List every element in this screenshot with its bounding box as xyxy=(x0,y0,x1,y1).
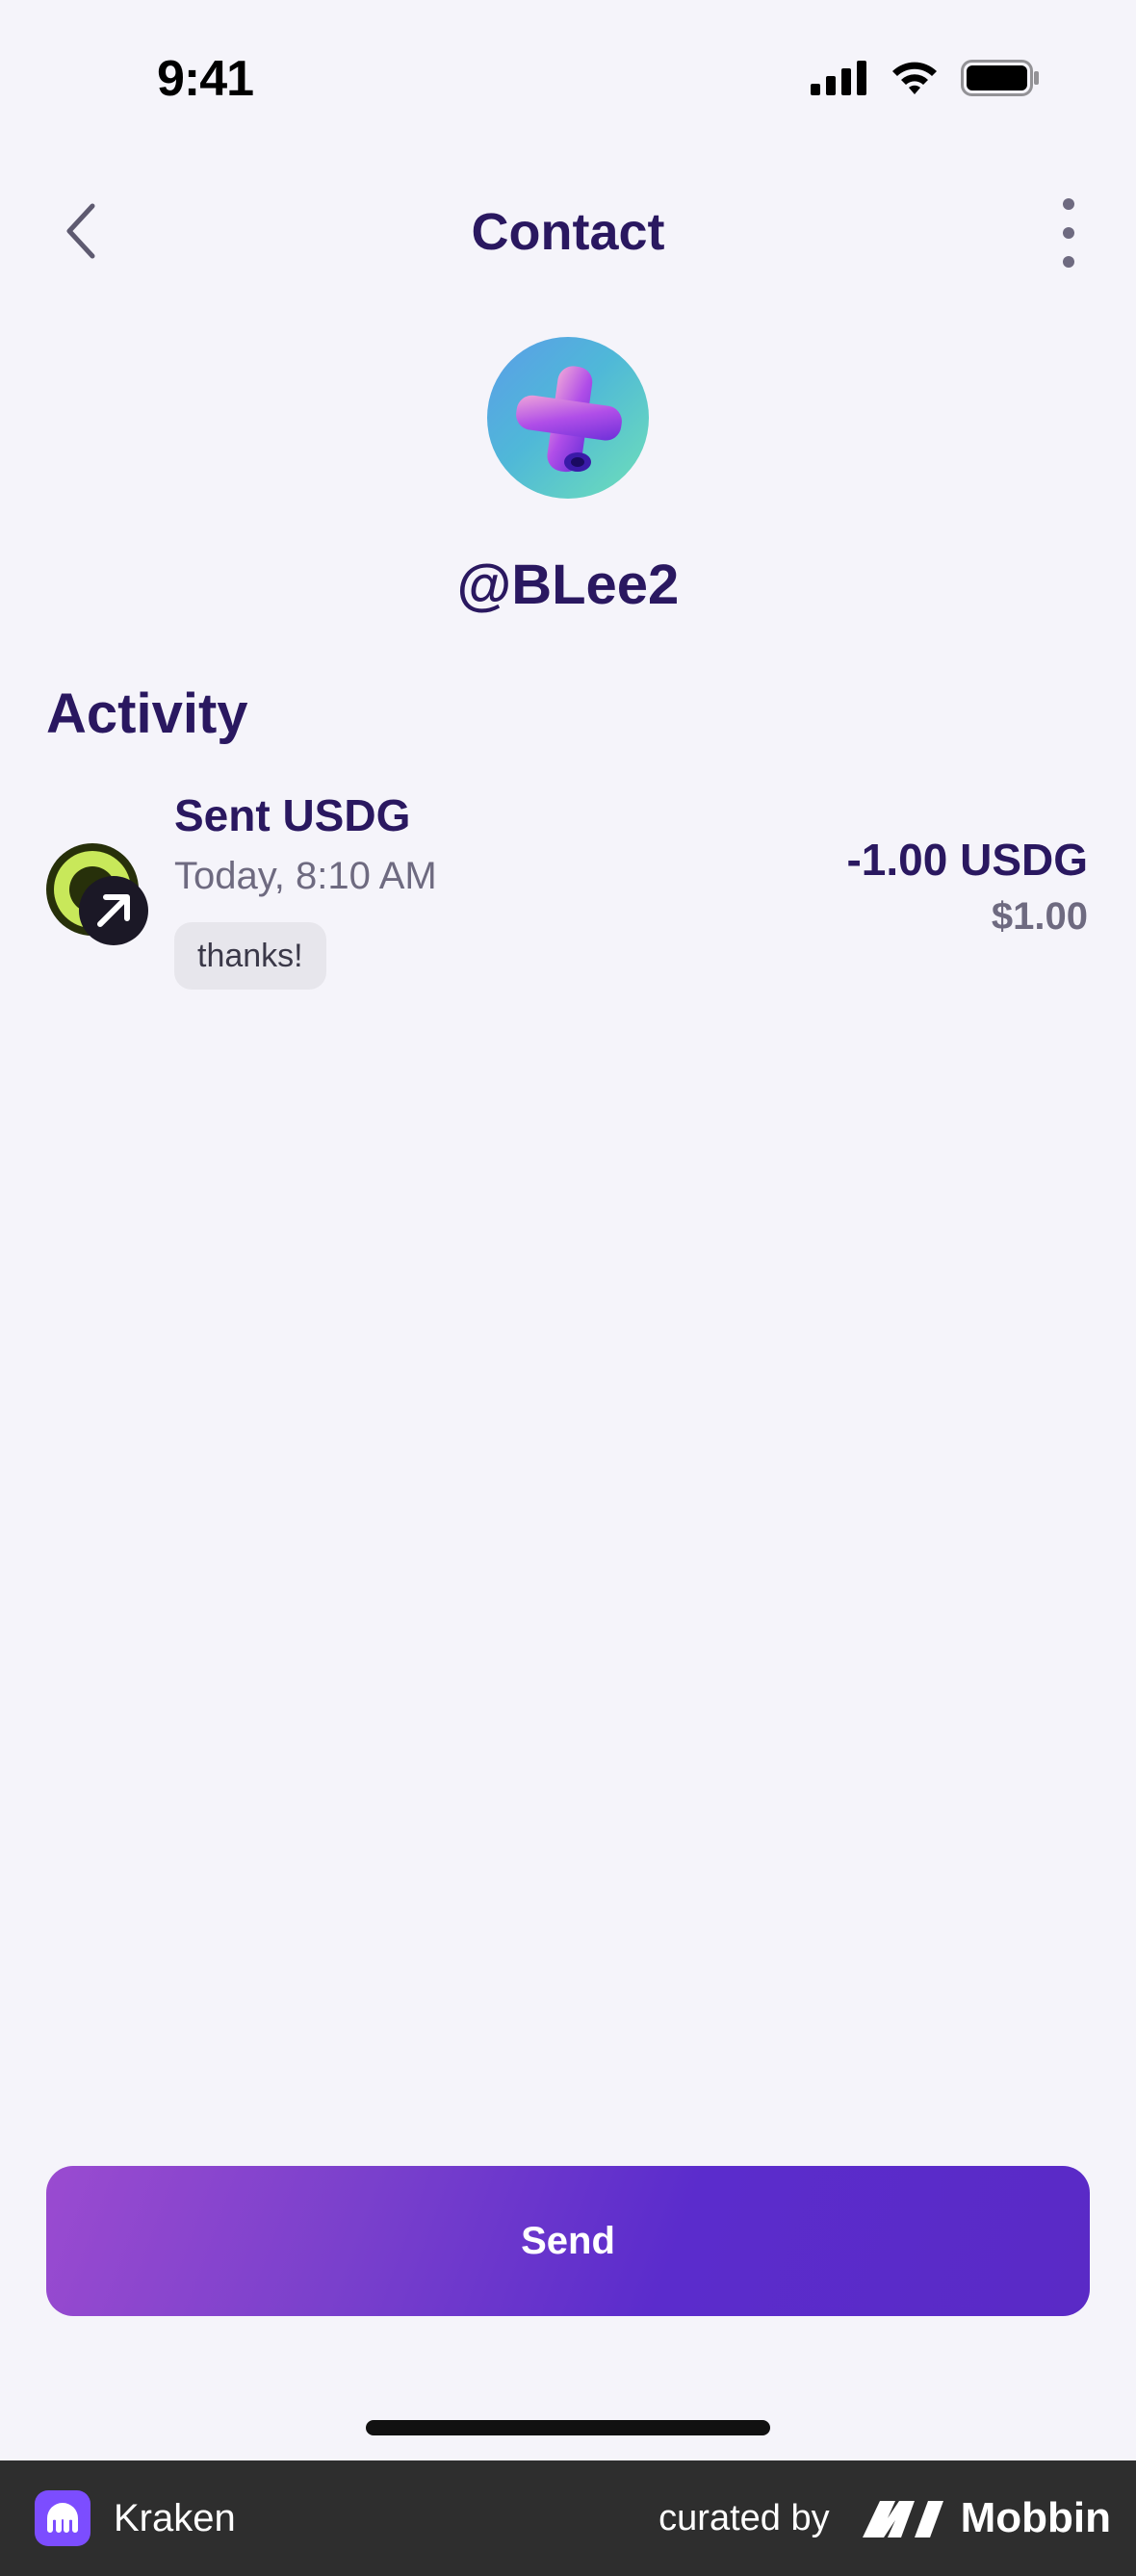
send-button[interactable]: Send xyxy=(46,2166,1090,2316)
more-options-button[interactable] xyxy=(1049,198,1088,268)
sent-arrow-icon xyxy=(46,843,148,945)
footer-app-name: Kraken xyxy=(114,2496,236,2539)
battery-icon xyxy=(961,60,1039,96)
list-item[interactable]: Sent USDG Today, 8:10 AM thanks! -1.00 U… xyxy=(0,789,1136,1001)
activity-title: Sent USDG xyxy=(174,790,411,840)
activity-heading: Activity xyxy=(46,683,248,745)
kraken-logo xyxy=(35,2490,90,2546)
curated-by-label: curated by xyxy=(658,2497,830,2538)
status-icons xyxy=(811,60,1040,96)
mobbin-logo: Mobbin xyxy=(859,2494,1111,2542)
activity-fiat-amount: $1.00 xyxy=(991,895,1088,938)
page-title: Contact xyxy=(471,203,665,261)
mobbin-brand-text: Mobbin xyxy=(960,2494,1111,2541)
activity-note: thanks! xyxy=(174,922,326,990)
avatar xyxy=(487,337,649,499)
activity-time: Today, 8:10 AM xyxy=(174,855,437,897)
signal-icon xyxy=(811,61,866,95)
more-vertical-icon xyxy=(1063,198,1074,210)
home-indicator[interactable] xyxy=(366,2420,770,2435)
footer-bar: Kraken curated by Mobbin xyxy=(0,2460,1136,2576)
send-button-label: Send xyxy=(521,2219,615,2262)
activity-amount: -1.00 USDG xyxy=(846,835,1088,885)
wifi-icon xyxy=(892,62,937,94)
avatar-cross-graphic xyxy=(516,366,622,473)
contact-username: @BLee2 xyxy=(456,554,680,616)
status-time: 9:41 xyxy=(157,51,254,107)
